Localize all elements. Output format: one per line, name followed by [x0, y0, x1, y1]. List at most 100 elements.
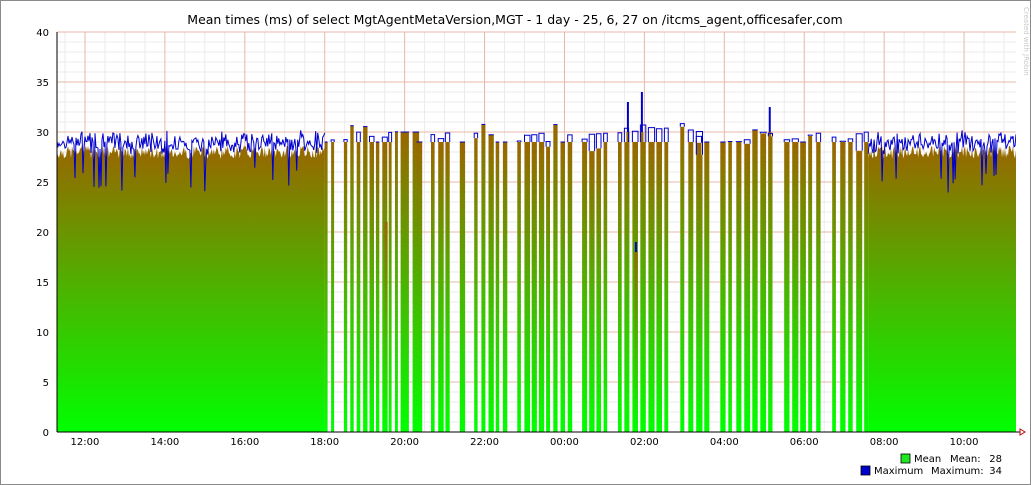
mean-bar [416, 142, 423, 432]
y-tick-label: 30 [36, 128, 49, 139]
rrd-chart: Mean times (ms) of select MgtAgentMetaVe… [36, 7, 1030, 477]
mean-area-block [57, 146, 325, 432]
mean-bar [517, 142, 521, 432]
mean-area-block [868, 146, 1016, 432]
y-tick-label: 10 [36, 328, 49, 339]
mean-bar [567, 142, 573, 432]
mean-bar [760, 133, 767, 432]
y-tick-label: 20 [36, 228, 49, 239]
legend-maximum-stat-value: 34 [989, 466, 1002, 477]
legend-mean-stat-label: Mean: [950, 454, 981, 465]
x-tick-labels: 12:00 14:00 16:00 18:00 20:00 22:00 00:00 02:00… [71, 437, 979, 448]
mean-spike [768, 132, 772, 432]
chart-title: Mean times (ms) of select MgtAgentMetaVe… [187, 12, 842, 27]
x-axis-arrow-icon [1019, 428, 1026, 436]
mean-bar [736, 142, 742, 432]
x-tick-label: 20:00 [390, 437, 419, 448]
mean-bar [648, 142, 655, 432]
x-tick-label: 14:00 [150, 437, 179, 448]
mean-bar [784, 142, 790, 432]
mean-bar [560, 142, 565, 432]
mean-bar [864, 142, 869, 432]
mean-bar [800, 142, 806, 432]
mean-spike [640, 132, 644, 432]
legend-mean-swatch [900, 453, 911, 464]
mean-bar [696, 142, 702, 432]
maximum-bar-outline [727, 141, 733, 142]
mean-bar [546, 146, 550, 432]
x-tick-label: 06:00 [790, 437, 819, 448]
mean-bar [704, 142, 710, 432]
legend-maximum: Maximum Maximum: 34 [860, 465, 1002, 477]
legend-mean-name: Mean [914, 454, 941, 465]
x-tick-label: 02:00 [630, 437, 659, 448]
mean-bar [752, 129, 758, 432]
mean-bar [445, 142, 450, 432]
mean-bar [728, 142, 732, 432]
legend-mean-stat-value: 28 [989, 454, 1002, 465]
mean-bar [356, 142, 361, 432]
mean-bar [524, 142, 530, 432]
mean-spike [634, 252, 638, 432]
y-tick-label: 15 [36, 278, 49, 289]
mean-bar [488, 134, 494, 432]
mean-bar [369, 142, 374, 432]
mean-bar [438, 142, 444, 432]
legend-maximum-stat-label: Maximum: [931, 466, 984, 477]
mean-area [57, 124, 1016, 432]
x-tick-label: 18:00 [310, 437, 339, 448]
mean-bar [618, 142, 622, 432]
mean-spike [384, 222, 388, 432]
mean-bar [720, 142, 726, 432]
legend-maximum-name: Maximum [874, 466, 923, 477]
mean-bar [502, 142, 508, 432]
mean-bar [832, 142, 836, 432]
mean-bar [603, 142, 608, 432]
mean-bar [343, 142, 348, 432]
mean-bar [331, 142, 335, 432]
mean-bar [848, 142, 853, 432]
x-tick-label: 10:00 [950, 437, 979, 448]
mean-bar [596, 148, 601, 432]
x-tick-label: 00:00 [550, 437, 579, 448]
mean-bar [589, 151, 595, 432]
mean-bar [400, 132, 409, 432]
y-tick-label: 40 [36, 28, 49, 39]
y-tick-labels: 0 5 10 15 20 25 30 35 40 [36, 28, 49, 439]
mean-bar [808, 136, 813, 432]
legend-maximum-swatch [860, 465, 871, 476]
mean-bar [431, 142, 435, 432]
mean-spike [626, 132, 630, 432]
legend: Mean Mean: 28 Maximum Maximum: 34 [860, 453, 1002, 477]
mean-bar [538, 142, 545, 432]
x-tick-label: 04:00 [710, 437, 739, 448]
mean-bar [582, 142, 588, 432]
y-tick-label: 25 [36, 178, 49, 189]
mean-bar [816, 142, 821, 432]
mean-bar [375, 142, 380, 432]
mean-bar [363, 126, 368, 432]
x-tick-label: 22:00 [470, 437, 499, 448]
mean-bar [474, 138, 478, 432]
mean-bar [792, 142, 799, 432]
x-tick-label: 16:00 [230, 437, 259, 448]
mean-bar [481, 124, 486, 432]
mean-bar [459, 142, 466, 432]
legend-mean: Mean Mean: 28 [900, 453, 1002, 465]
y-tick-label: 0 [43, 428, 49, 439]
mean-bar [531, 142, 537, 432]
mean-bar [680, 126, 685, 432]
watermark: Created with JRobin [1022, 7, 1030, 76]
x-tick-label: 12:00 [71, 437, 100, 448]
mean-bar [664, 142, 669, 432]
mean-bar [395, 131, 398, 432]
mean-bar [744, 143, 751, 432]
mean-bar [388, 142, 392, 432]
mean-bar [350, 125, 354, 432]
x-tick-label: 08:00 [870, 437, 899, 448]
mean-bar [656, 142, 662, 432]
mean-bar [553, 124, 558, 432]
y-tick-label: 5 [43, 378, 49, 389]
chart-frame: Mean times (ms) of select MgtAgentMetaVe… [0, 0, 1031, 485]
mean-bar [840, 142, 846, 432]
